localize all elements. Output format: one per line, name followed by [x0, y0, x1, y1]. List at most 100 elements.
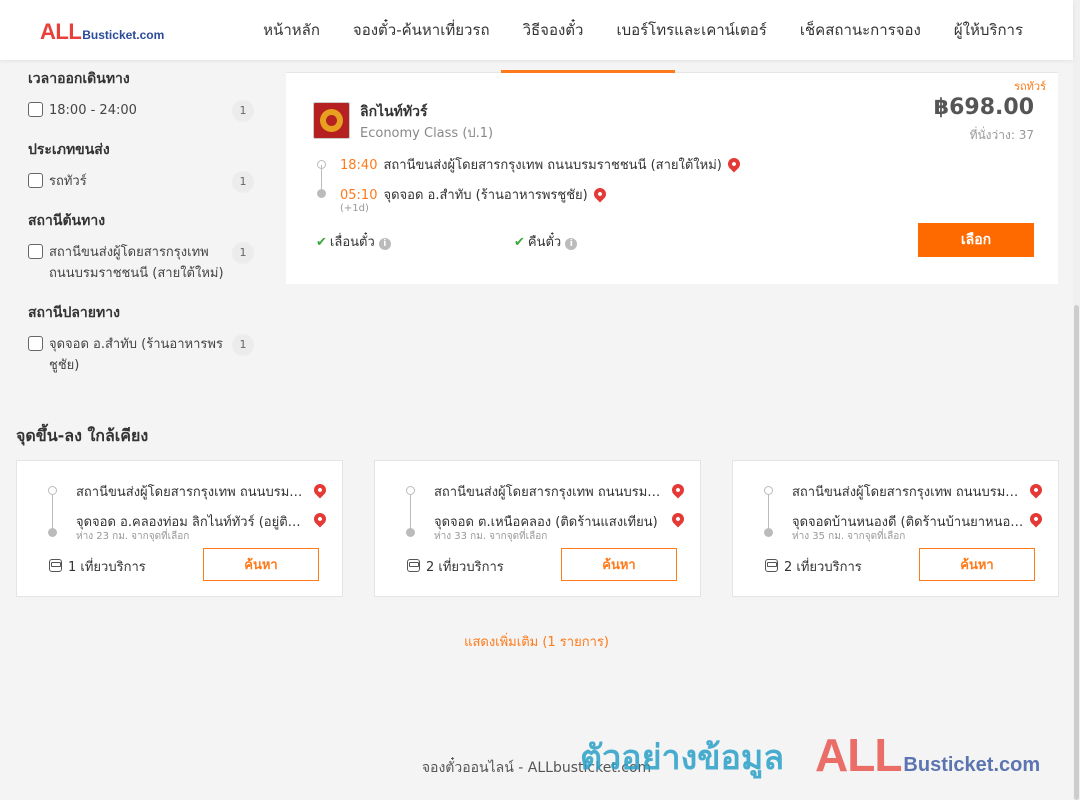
show-more-link[interactable]: แสดงเพิ่มเติม (1 รายการ) — [0, 631, 1073, 652]
map-pin-icon[interactable] — [1027, 510, 1045, 528]
map-pin-icon[interactable] — [669, 510, 687, 528]
route-line — [52, 495, 53, 531]
scrollbar-thumb[interactable] — [1074, 305, 1079, 800]
nearby-origin: สถานีขนส่งผู้โดยสารกรุงเทพ ถนนบรมราชชนนี… — [792, 485, 1024, 500]
departure-time: 18:40 — [340, 158, 378, 173]
route-line — [321, 165, 322, 189]
filter-title: สถานีปลายทาง — [28, 305, 120, 321]
watermark-logo-rest: Busticket.com — [903, 754, 1041, 776]
origin-dot — [48, 486, 57, 495]
nearby-distance: ห่าง 23 กม. จากจุดที่เลือก — [76, 531, 190, 542]
filter-title: สถานีต้นทาง — [28, 213, 106, 229]
checkbox[interactable] — [28, 244, 43, 259]
trip-count-label: 2 เที่ยวบริการ — [426, 560, 504, 575]
watermark-text: ตัวอย่างข้อมูล — [580, 738, 785, 778]
filter-group-departure-time: เวลาออกเดินทาง 18:00 - 24:00 1 — [28, 68, 258, 122]
logo-all-text: ALL — [40, 19, 82, 44]
trip-count-label: 1 เที่ยวบริการ — [68, 560, 146, 575]
ticket-price: ฿698.00 — [933, 95, 1034, 120]
map-pin-icon[interactable] — [311, 510, 329, 528]
nearby-stops-heading: จุดขึ้น-ลง ใกล้เคียง — [16, 426, 149, 445]
arrival-row: 05:10 จุดจอด อ.สำทับ (ร้านอาหารพรชูชัย) — [340, 184, 609, 205]
seats-available: ที่นั่งว่าง: 37 — [969, 128, 1034, 142]
nearby-search-button[interactable]: ค้นหา — [203, 548, 319, 581]
nav-operators[interactable]: ผู้ให้บริการ — [954, 18, 1023, 42]
select-trip-button[interactable]: เลือก — [918, 223, 1034, 257]
feature-reschedule: ✔ เลื่อนตั๋ว i — [316, 231, 391, 252]
main-nav: หน้าหลัก จองตั๋ว-ค้นหาเที่ยวรถ วิธีจองตั… — [263, 0, 1023, 60]
feature-label: คืนตั๋ว — [527, 235, 562, 250]
nearby-search-button[interactable]: ค้นหา — [919, 548, 1035, 581]
route-line — [768, 495, 769, 531]
nav-check-booking[interactable]: เช็คสถานะการจอง — [800, 18, 921, 42]
map-pin-icon[interactable] — [669, 481, 687, 499]
nearby-card: สถานีขนส่งผู้โดยสารกรุงเทพ ถนนบรมราชชนนี… — [374, 460, 701, 597]
filter-option[interactable]: สถานีขนส่งผู้โดยสารกรุงเทพ ถนนบรมราชชนนี… — [28, 242, 258, 284]
checkbox[interactable] — [28, 336, 43, 351]
destination-dot — [406, 528, 415, 537]
map-pin-icon[interactable] — [725, 155, 743, 173]
check-icon: ✔ — [514, 235, 525, 250]
bus-icon — [49, 559, 62, 572]
trip-count-label: 2 เที่ยวบริการ — [784, 560, 862, 575]
bus-icon — [407, 559, 420, 572]
seat-class: Economy Class (ป.1) — [360, 126, 494, 141]
nearby-card: สถานีขนส่งผู้โดยสารกรุงเทพ ถนนบรมราชชนนี… — [16, 460, 343, 597]
departure-place: สถานีขนส่งผู้โดยสารกรุงเทพ ถนนบรมราชชนนี… — [383, 158, 722, 173]
filter-option[interactable]: จุดจอด อ.สำทับ (ร้านอาหารพรชูชัย) 1 — [28, 334, 258, 376]
origin-dot — [764, 486, 773, 495]
departure-row: 18:40 สถานีขนส่งผู้โดยสารกรุงเทพ ถนนบรมรา… — [340, 154, 743, 175]
checkbox[interactable] — [28, 173, 43, 188]
filter-sidebar: เวลาออกเดินทาง 18:00 - 24:00 1 ประเภทขนส… — [28, 68, 258, 394]
filter-option-label: จุดจอด อ.สำทับ (ร้านอาหารพรชูชัย) — [49, 337, 223, 373]
nearby-card: สถานีขนส่งผู้โดยสารกรุงเทพ ถนนบรมราชชนนี… — [732, 460, 1059, 597]
watermark-logo-all: ALL — [815, 729, 902, 781]
check-icon: ✔ — [316, 235, 327, 250]
filter-title: ประเภทขนส่ง — [28, 142, 110, 158]
page-scrollbar[interactable] — [1073, 0, 1080, 800]
trip-result-card: รถทัวร์ ลิกไนท์ทัวร์ Economy Class (ป.1)… — [286, 73, 1058, 284]
nearby-trip-count: 2 เที่ยวบริการ — [407, 556, 504, 577]
filter-count-badge: 1 — [232, 334, 254, 356]
filter-count-badge: 1 — [232, 242, 254, 264]
nav-how-to-book[interactable]: วิธีจองตั๋ว — [523, 18, 584, 42]
info-icon[interactable]: i — [378, 238, 391, 250]
filter-group-transport-type: ประเภทขนส่ง รถทัวร์ 1 — [28, 139, 258, 193]
next-day-indicator: (+1d) — [340, 203, 369, 214]
arrival-time: 05:10 — [340, 188, 378, 203]
nav-book-search[interactable]: จองตั๋ว-ค้นหาเที่ยวรถ — [353, 18, 490, 42]
nav-contact-counters[interactable]: เบอร์โทรและเคาน์เตอร์ — [616, 18, 766, 42]
map-pin-icon[interactable] — [591, 185, 609, 203]
filter-option[interactable]: 18:00 - 24:00 1 — [28, 100, 258, 122]
filter-count-badge: 1 — [232, 100, 254, 122]
filter-option[interactable]: รถทัวร์ 1 — [28, 171, 258, 193]
route-line — [410, 495, 411, 531]
vehicle-type-tag: รถทัวร์ — [1014, 80, 1046, 93]
arrival-place: จุดจอด อ.สำทับ (ร้านอาหารพรชูชัย) — [383, 188, 588, 203]
filter-group-destination: สถานีปลายทาง จุดจอด อ.สำทับ (ร้านอาหารพร… — [28, 302, 258, 376]
feature-refund: ✔ คืนตั๋ว i — [514, 231, 578, 252]
checkbox[interactable] — [28, 102, 43, 117]
nearby-trip-count: 2 เที่ยวบริการ — [765, 556, 862, 577]
top-header: ALLBusticket.com หน้าหลัก จองตั๋ว-ค้นหาเ… — [0, 0, 1073, 60]
info-icon[interactable]: i — [565, 238, 578, 250]
arrival-dot — [317, 189, 326, 198]
logo-rest-text: Busticket.com — [82, 28, 165, 42]
filter-group-origin: สถานีต้นทาง สถานีขนส่งผู้โดยสารกรุงเทพ ถ… — [28, 210, 258, 284]
map-pin-icon[interactable] — [1027, 481, 1045, 499]
filter-option-label: 18:00 - 24:00 — [49, 103, 137, 118]
nearby-distance: ห่าง 33 กม. จากจุดที่เลือก — [434, 531, 548, 542]
nearby-origin: สถานีขนส่งผู้โดยสารกรุงเทพ ถนนบรมราชชนนี… — [434, 485, 666, 500]
filter-count-badge: 1 — [232, 171, 254, 193]
destination-dot — [48, 528, 57, 537]
map-pin-icon[interactable] — [311, 481, 329, 499]
nearby-search-button[interactable]: ค้นหา — [561, 548, 677, 581]
nav-home[interactable]: หน้าหลัก — [263, 18, 320, 42]
bus-icon — [765, 559, 778, 572]
site-logo[interactable]: ALLBusticket.com — [40, 19, 164, 45]
nearby-distance: ห่าง 35 กม. จากจุดที่เลือก — [792, 531, 906, 542]
filter-title: เวลาออกเดินทาง — [28, 71, 130, 87]
nearby-origin: สถานีขนส่งผู้โดยสารกรุงเทพ ถนนบรมราชชนนี… — [76, 485, 308, 500]
filter-option-label: รถทัวร์ — [49, 174, 87, 189]
filter-option-label: สถานีขนส่งผู้โดยสารกรุงเทพ ถนนบรมราชชนนี… — [49, 245, 224, 281]
